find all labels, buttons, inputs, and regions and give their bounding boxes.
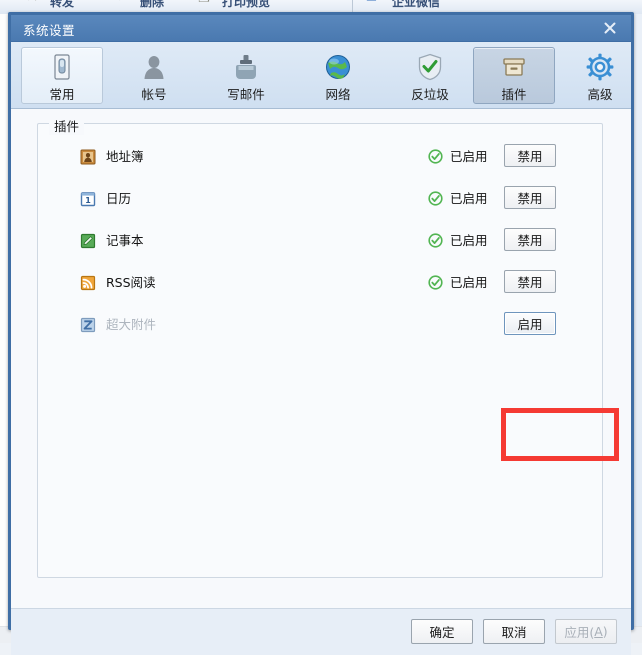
tab-general[interactable]: 常用 [21,47,103,104]
tab-antispam[interactable]: 反垃圾 [389,47,471,104]
cancel-button[interactable]: 取消 [483,619,545,644]
plugin-name: 记事本 [106,233,144,248]
delete-icon[interactable]: ✂ [118,0,129,6]
plugin-row-bigattachment: 超大附件 启用 [38,306,576,348]
tab-label: 常用 [49,87,75,102]
enabled-check-icon [428,191,443,206]
plugin-row-calendar: 1 日历 已启用 禁用 [38,180,576,222]
plugin-row-notepad: 记事本 已启用 禁用 [38,222,576,264]
enterprise-icon[interactable]: ✉ [366,0,377,6]
plugin-status: 已启用 [450,149,488,164]
box-icon [500,51,528,83]
tab-label: 写邮件 [227,87,265,102]
gear-icon [586,51,614,83]
toolbar-label-enterprise[interactable]: 企业微信 [392,0,440,10]
plugin-name: 日历 [106,191,132,206]
toolbar-label-delete[interactable]: 删除 [140,0,164,10]
plugin-toggle-button[interactable]: 启用 [504,312,556,335]
plugin-name: RSS阅读 [106,275,156,290]
plugin-row-rss: RSS阅读 已启用 禁用 [38,264,576,306]
rss-icon [80,275,96,291]
tab-advanced[interactable]: 高级 [559,47,641,104]
shield-icon [417,51,443,83]
apply-label-prefix: 应用( [564,625,595,640]
tab-label: 反垃圾 [411,87,449,102]
tab-account[interactable]: 帐号 [113,47,195,104]
enabled-check-icon [428,149,443,164]
user-icon [141,51,167,83]
plugin-toggle-button[interactable]: 禁用 [504,186,556,209]
plugin-row-addressbook: 地址簿 已启用 禁用 [38,138,576,180]
tab-compose[interactable]: 写邮件 [205,47,287,104]
settings-tabstrip: 常用 帐号 写邮件 网络 反垃圾 插件 高级 [11,42,631,109]
dialog-titlebar: 系统设置 [11,15,631,42]
svg-text:1: 1 [85,196,91,205]
enabled-check-icon [428,233,443,248]
reply-icon[interactable]: ➦ [28,0,39,6]
ok-button[interactable]: 确定 [411,619,473,644]
tab-label: 高级 [587,87,613,102]
switch-icon [50,51,74,83]
toolbar-label-print[interactable]: 打印预览 [222,0,270,10]
inkwell-icon [233,51,259,83]
tab-label: 网络 [325,87,351,102]
tab-label: 插件 [501,87,527,102]
tab-network[interactable]: 网络 [297,47,379,104]
addressbook-icon [80,149,96,165]
apply-label-suffix: ) [602,624,608,639]
apply-button[interactable]: 应用(A) [555,619,617,644]
globe-icon [324,51,352,83]
tab-label: 帐号 [141,87,167,102]
tab-plugins[interactable]: 插件 [473,47,555,104]
plugin-status: 已启用 [450,191,488,206]
toolbar-label-forward[interactable]: 转发 [50,0,74,10]
close-icon[interactable] [595,17,625,39]
calendar-icon: 1 [80,191,96,207]
bigfile-icon [80,317,96,333]
dialog-title: 系统设置 [23,23,76,38]
groupbox-title: 插件 [49,116,85,135]
plugin-name: 超大附件 [106,317,157,332]
notepad-icon [80,233,96,249]
apply-accel-key: A [594,624,603,639]
plugin-status: 已启用 [450,275,488,290]
highlight-annotation [501,408,619,461]
plugin-name: 地址簿 [106,149,144,164]
settings-panel-plugins: 插件 地址簿 已启用 禁用 1 日历 已启用 禁用 记事本 已启用 禁用 RSS… [11,109,631,608]
enabled-check-icon [428,275,443,290]
plugin-toggle-button[interactable]: 禁用 [504,228,556,251]
system-settings-dialog: 系统设置 常用 帐号 写邮件 网络 反垃圾 插件 高级 插件 地址簿 已启用 禁… [8,12,634,655]
dialog-footer: 确定 取消 应用(A) [11,608,631,655]
plugin-toggle-button[interactable]: 禁用 [504,144,556,167]
plugin-toggle-button[interactable]: 禁用 [504,270,556,293]
print-icon[interactable]: ❐ [198,0,210,6]
plugin-status: 已启用 [450,233,488,248]
